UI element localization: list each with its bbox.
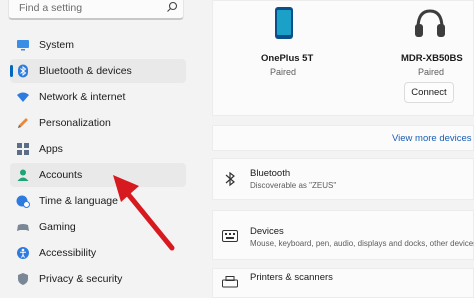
accessibility-icon bbox=[17, 247, 29, 259]
view-more-devices-link[interactable]: View more devices bbox=[392, 133, 472, 144]
sidebar-item-label: Bluetooth & devices bbox=[39, 65, 132, 77]
person-icon bbox=[17, 169, 29, 181]
wifi-icon bbox=[17, 92, 29, 102]
sidebar-item-label: Personalization bbox=[39, 117, 111, 129]
device-status-headphones: Paired bbox=[418, 67, 445, 77]
selection-indicator bbox=[10, 65, 13, 77]
search-box[interactable]: Find a setting bbox=[8, 0, 184, 20]
controller-icon bbox=[17, 224, 29, 231]
headphones-icon bbox=[415, 9, 445, 37]
apps-icon bbox=[17, 143, 29, 155]
bluetooth-title: Bluetooth bbox=[250, 168, 291, 179]
pencil-icon bbox=[18, 118, 28, 128]
devices-subtitle: Mouse, keyboard, pen, audio, displays an… bbox=[250, 239, 474, 248]
devices-title: Devices bbox=[250, 226, 284, 237]
sidebar-item-apps[interactable]: Apps bbox=[10, 137, 186, 161]
device-name-phone: OnePlus 5T bbox=[261, 53, 314, 64]
bluetooth-icon bbox=[18, 64, 28, 78]
sidebar-item-label: Accounts bbox=[39, 169, 83, 181]
sidebar-item-label: Apps bbox=[39, 143, 63, 155]
shield-icon bbox=[18, 273, 28, 285]
keyboard-icon bbox=[222, 230, 238, 242]
phone-icon bbox=[275, 7, 293, 39]
device-status-phone: Paired bbox=[270, 67, 297, 77]
sidebar-item-system[interactable]: System bbox=[10, 33, 186, 57]
sidebar-item-bluetooth-devices[interactable]: Bluetooth & devices bbox=[10, 59, 186, 83]
globe-clock-icon bbox=[16, 195, 30, 208]
search-input[interactable]: Find a setting bbox=[19, 2, 82, 14]
sidebar-item-network[interactable]: Network & internet bbox=[10, 85, 186, 109]
printer-icon bbox=[222, 276, 238, 288]
sidebar-item-privacy[interactable]: Privacy & security bbox=[10, 267, 186, 291]
sidebar-item-label: Network & internet bbox=[39, 91, 126, 103]
bluetooth-row[interactable] bbox=[212, 158, 474, 200]
annotation-arrow bbox=[113, 175, 175, 251]
monitor-icon bbox=[17, 40, 29, 51]
printers-title: Printers & scanners bbox=[250, 272, 333, 283]
sidebar-item-label: Privacy & security bbox=[39, 273, 123, 285]
sidebar-item-personalization[interactable]: Personalization bbox=[10, 111, 186, 135]
bluetooth-subtitle: Discoverable as "ZEUS" bbox=[250, 181, 337, 190]
device-name-headphones: MDR-XB50BS bbox=[401, 53, 463, 64]
sidebar-item-label: Time & language bbox=[39, 195, 118, 207]
search-icon[interactable] bbox=[166, 1, 178, 13]
bluetooth-icon bbox=[225, 171, 235, 187]
sidebar-item-label: System bbox=[39, 39, 75, 51]
sidebar-item-label: Accessibility bbox=[39, 247, 97, 259]
connect-button[interactable]: Connect bbox=[404, 82, 454, 103]
sidebar-item-label: Gaming bbox=[39, 221, 76, 233]
